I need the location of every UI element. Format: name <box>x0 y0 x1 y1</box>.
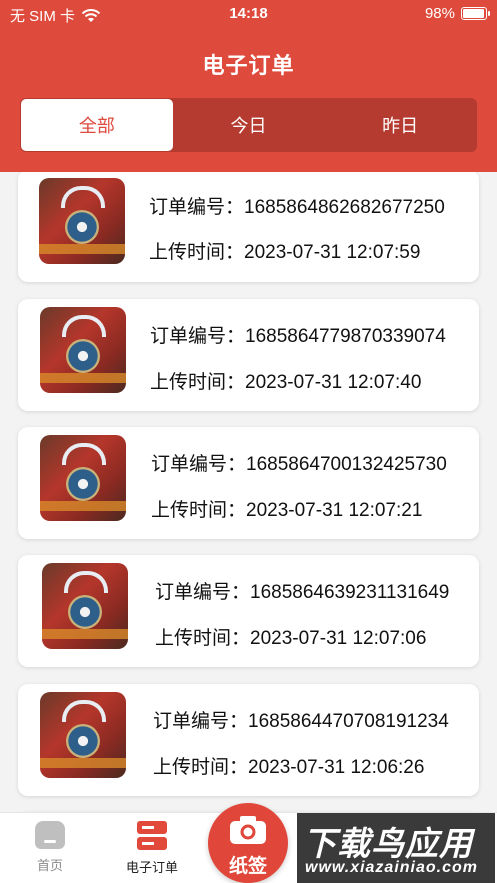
order-list-icon <box>137 821 167 851</box>
upload-time-label: 上传时间： <box>150 372 246 393</box>
page-title: 电子订单 <box>202 53 295 78</box>
order-number: 1685864779870339074 <box>245 326 446 347</box>
upload-time: 2023-07-31 12:07:59 <box>244 242 421 263</box>
app-header: 无 SIM 卡 14:18 98% 电子订单 全部 今日 昨日 <box>0 0 497 172</box>
watermark-title: 下载鸟应用 <box>303 825 473 862</box>
home-icon <box>35 821 65 849</box>
order-card[interactable]: 订单编号：1685864639231131649 上传时间：2023-07-31… <box>18 555 479 667</box>
nav-orders[interactable]: 电子订单 <box>112 819 192 876</box>
order-card[interactable]: 订单编号：1685864470708191234 上传时间：2023-07-31… <box>18 684 479 796</box>
upload-time-label: 上传时间： <box>151 500 247 521</box>
site-watermark: 下载鸟应用 www.xiazainiao.com <box>297 813 495 883</box>
order-photo <box>39 178 125 264</box>
order-number-label: 订单编号： <box>150 326 246 347</box>
nav-home[interactable]: 首页 <box>10 819 90 874</box>
order-photo <box>40 435 126 521</box>
order-number: 1685864700132425730 <box>246 454 447 475</box>
upload-time: 2023-07-31 12:07:21 <box>246 500 423 521</box>
upload-time-label: 上传时间： <box>149 242 245 263</box>
clock: 14:18 <box>229 5 268 22</box>
order-number: 1685864639231131649 <box>250 582 450 603</box>
upload-time-label: 上传时间： <box>155 628 251 649</box>
order-card[interactable]: 订单编号：1685864779870339074 上传时间：2023-07-31… <box>18 299 479 411</box>
order-photo <box>40 692 126 778</box>
upload-time: 2023-07-31 12:06:26 <box>248 757 425 778</box>
order-number-label: 订单编号： <box>153 711 249 732</box>
battery-icon <box>461 7 490 20</box>
tab-today[interactable]: 今日 <box>173 99 325 151</box>
order-card[interactable]: 订单编号：1685864700132425730 上传时间：2023-07-31… <box>18 427 479 539</box>
paper-sign-button[interactable]: 纸签 <box>208 803 288 883</box>
watermark-url: www.xiazainiao.com <box>305 859 479 876</box>
order-card[interactable]: 订单编号：1685864862682677250 上传时间：2023-07-31… <box>18 172 479 282</box>
order-number-label: 订单编号： <box>151 454 247 475</box>
filter-tabs: 全部 今日 昨日 <box>20 98 477 152</box>
order-number: 1685864862682677250 <box>244 197 445 218</box>
order-number-label: 订单编号： <box>149 197 245 218</box>
order-photo <box>42 563 128 649</box>
status-bar: 无 SIM 卡 14:18 98% <box>0 0 497 28</box>
order-list[interactable]: 订单编号：1685864862682677250 上传时间：2023-07-31… <box>0 172 497 812</box>
upload-time-label: 上传时间： <box>153 757 249 778</box>
battery-percent: 98% <box>424 5 455 22</box>
nav-orders-label: 电子订单 <box>125 860 178 875</box>
order-photo <box>40 307 126 393</box>
tab-all[interactable]: 全部 <box>21 99 173 151</box>
upload-time: 2023-07-31 12:07:40 <box>245 372 422 393</box>
camera-icon <box>230 816 266 844</box>
tab-yesterday[interactable]: 昨日 <box>324 99 476 151</box>
paper-sign-label: 纸签 <box>228 856 267 877</box>
nav-home-label: 首页 <box>36 858 63 873</box>
upload-time: 2023-07-31 12:07:06 <box>250 628 427 649</box>
order-number: 1685864470708191234 <box>248 711 449 732</box>
order-number-label: 订单编号： <box>155 582 251 603</box>
